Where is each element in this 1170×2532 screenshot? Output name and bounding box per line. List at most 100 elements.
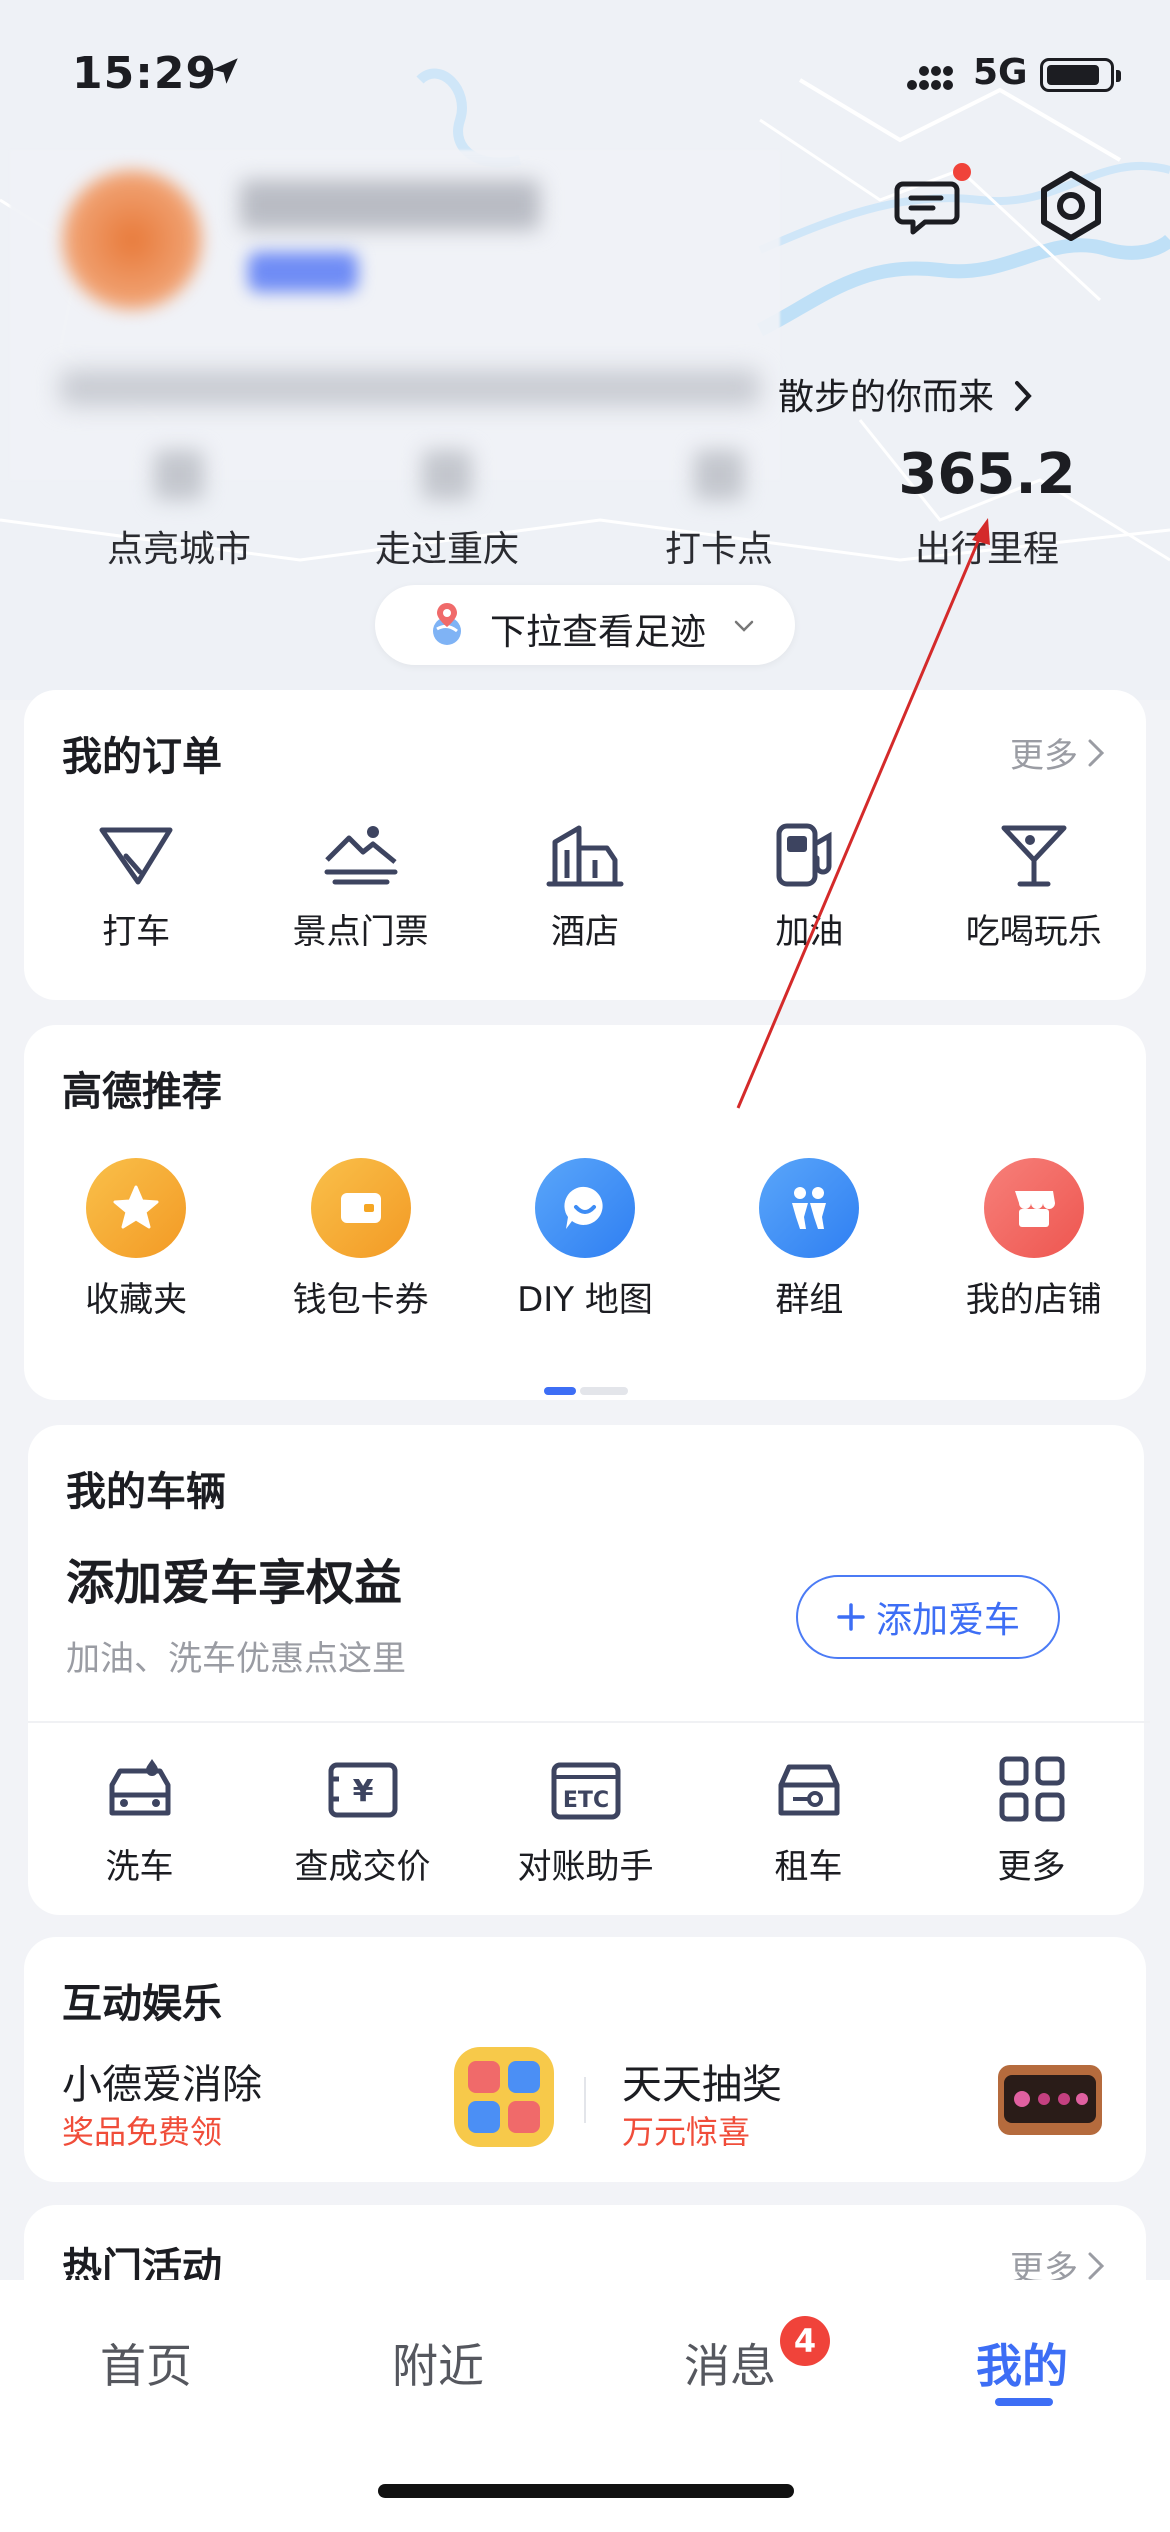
- order-taxi[interactable]: 打车: [24, 820, 248, 953]
- recommend-grid: 收藏夹 钱包卡券 DIY 地图 群组 我的店铺: [24, 1158, 1146, 1321]
- status-bar: 15:29 5G: [0, 0, 1170, 150]
- more-label: 更多: [1010, 736, 1078, 776]
- order-food-fun[interactable]: 吃喝玩乐: [922, 820, 1146, 953]
- footprint-globe-icon: [433, 603, 461, 645]
- order-label: 打车: [102, 912, 171, 952]
- wallet-icon: [340, 1193, 381, 1223]
- add-car-label: 添加爱车: [875, 1600, 1020, 1641]
- stat-value: 365.2: [898, 442, 1076, 507]
- signal-icon: [907, 66, 953, 90]
- chevron-right-icon: [1088, 739, 1105, 766]
- vehicle-card: 我的车辆 添加爱车享权益 加油、洗车优惠点这里 添加爱车 洗车 ¥ 查成交价 E…: [28, 1425, 1150, 1915]
- stat-mileage[interactable]: 365.2 出行里程: [872, 440, 1102, 572]
- scenic-ticket-icon: [324, 826, 398, 885]
- recommend-diy-map[interactable]: DIY 地图: [473, 1158, 697, 1321]
- recommend-group[interactable]: 群组: [697, 1158, 921, 1321]
- recommend-label: DIY 地图: [517, 1280, 653, 1320]
- network-type: 5G: [973, 52, 1028, 93]
- vehicle-subtitle: 加油、洗车优惠点这里: [66, 1639, 406, 1679]
- avatar[interactable]: [62, 170, 202, 310]
- divider: [28, 1721, 1150, 1723]
- recommend-wallet[interactable]: 钱包卡券: [248, 1158, 472, 1321]
- tab-messages[interactable]: 消息: [584, 2330, 876, 2396]
- fuel-icon: [776, 823, 832, 887]
- message-unread-dot: [953, 163, 971, 181]
- recommend-favorites[interactable]: 收藏夹: [24, 1158, 248, 1321]
- recommend-my-shop[interactable]: 我的店铺: [922, 1158, 1146, 1321]
- stat-label: 点亮城市: [106, 529, 251, 570]
- vehicle-label: 租车: [774, 1847, 843, 1887]
- cocktail-icon: [1001, 825, 1067, 887]
- stat-label: 打卡点: [664, 529, 773, 570]
- game-app-icon: [454, 2047, 554, 2147]
- orders-title: 我的订单: [62, 734, 222, 780]
- orders-grid: 打车 景点门票 酒店 加油 吃喝玩乐: [24, 820, 1146, 953]
- vehicle-label: 更多: [997, 1847, 1066, 1887]
- welcome-line-blurred: [60, 370, 760, 406]
- entertainment-card: 互动娱乐 小德爱消除 奖品免费领 天天抽奖 万元惊喜: [24, 1937, 1146, 2182]
- welcome-text: 散步的你而来: [778, 377, 995, 418]
- car-wash-icon: [109, 1759, 170, 1816]
- orders-card: 我的订单 更多 打车 景点门票 酒店 加油 吃喝玩乐: [24, 690, 1146, 1000]
- order-label: 酒店: [550, 912, 619, 952]
- vehicle-headline: 添加爱车享权益: [66, 1555, 403, 1611]
- car-rental-icon: [778, 1764, 839, 1816]
- order-hotel[interactable]: 酒店: [473, 820, 697, 953]
- vehicle-car-wash[interactable]: 洗车: [28, 1755, 251, 1888]
- recommend-label: 我的店铺: [965, 1280, 1102, 1320]
- vehicle-label: 对账助手: [517, 1847, 654, 1887]
- entertainment-title: 互动娱乐: [62, 1981, 222, 2027]
- recommend-card: 高德推荐 收藏夹 钱包卡券 DIY 地图 群组 我的店铺: [24, 1025, 1146, 1400]
- page-indicator: [544, 1387, 628, 1395]
- battery-icon: [1040, 58, 1121, 92]
- recommend-label: 钱包卡券: [292, 1280, 429, 1320]
- vehicle-label: 洗车: [105, 1847, 174, 1887]
- stat-value-blurred: [694, 450, 744, 500]
- chevron-right-icon: [1088, 2252, 1105, 2279]
- divider: [584, 2077, 586, 2123]
- game-subtitle: 万元惊喜: [622, 2113, 751, 2151]
- vehicle-etc-assistant[interactable]: ETC 对账助手: [474, 1755, 697, 1888]
- order-label: 景点门票: [292, 912, 429, 952]
- star-icon: [113, 1185, 159, 1229]
- vehicle-car-rental[interactable]: 租车: [697, 1755, 920, 1888]
- home-indicator[interactable]: [378, 2484, 794, 2498]
- message-count-badge: 4: [780, 2316, 830, 2366]
- orders-more-link[interactable]: 更多: [1010, 728, 1108, 777]
- game-subtitle: 奖品免费领: [62, 2113, 223, 2151]
- stat-label: 出行里程: [914, 529, 1059, 570]
- tab-nearby[interactable]: 附近: [292, 2330, 584, 2396]
- welcome-link[interactable]: 散步的你而来: [778, 368, 1035, 420]
- hotel-icon: [546, 825, 624, 887]
- taxi-icon: [99, 827, 173, 885]
- active-tab-indicator: [995, 2398, 1053, 2406]
- pull-down-footprint-button[interactable]: 下拉查看足迹: [375, 585, 795, 665]
- recommend-label: 群组: [775, 1280, 844, 1320]
- order-label: 吃喝玩乐: [965, 912, 1102, 952]
- recommend-label: 收藏夹: [85, 1280, 188, 1320]
- add-car-button[interactable]: 添加爱车: [796, 1575, 1060, 1659]
- stat-label: 走过重庆: [374, 529, 519, 570]
- message-icon[interactable]: [893, 172, 961, 240]
- vehicle-more[interactable]: 更多: [920, 1755, 1143, 1888]
- vehicle-price-check[interactable]: ¥ 查成交价: [251, 1755, 474, 1888]
- order-label: 加油: [775, 912, 844, 952]
- svg-text:¥: ¥: [352, 1774, 373, 1809]
- prize-product-image: [998, 2065, 1102, 2135]
- tab-mine[interactable]: 我的: [876, 2330, 1168, 2396]
- etc-icon: ETC: [551, 1762, 620, 1820]
- shop-icon: [1014, 1191, 1055, 1227]
- recommend-title: 高德推荐: [62, 1069, 222, 1115]
- order-fuel[interactable]: 加油: [697, 820, 921, 953]
- settings-icon[interactable]: [1035, 170, 1107, 242]
- vehicle-grid: 洗车 ¥ 查成交价 ETC 对账助手 租车 更多: [28, 1755, 1144, 1888]
- status-time: 15:29: [72, 48, 218, 99]
- pull-down-label: 下拉查看足迹: [490, 612, 707, 653]
- tab-home[interactable]: 首页: [0, 2330, 292, 2396]
- chevron-right-icon: [1015, 381, 1033, 411]
- price-check-icon: ¥: [328, 1762, 397, 1818]
- order-scenic-ticket[interactable]: 景点门票: [248, 820, 472, 953]
- username-blurred: [240, 180, 540, 230]
- group-icon: [792, 1187, 827, 1229]
- plus-icon: [837, 1603, 865, 1631]
